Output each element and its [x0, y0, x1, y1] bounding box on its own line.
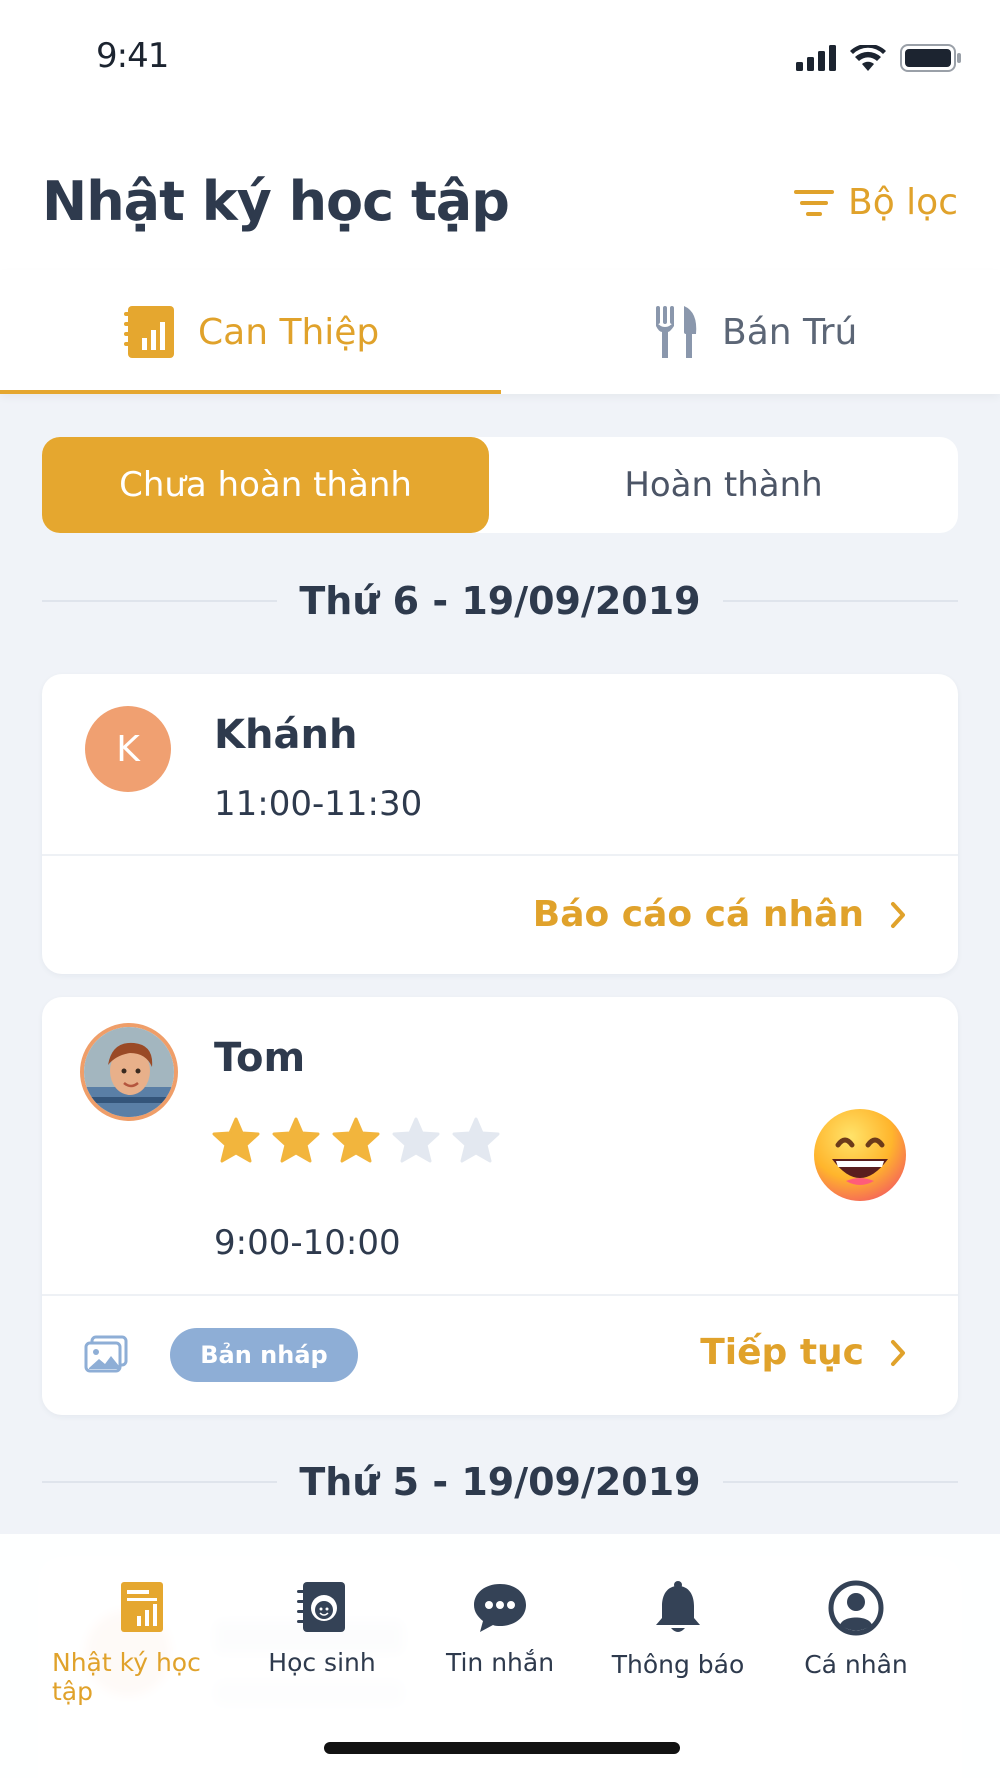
chevron-right-icon	[891, 1339, 905, 1366]
date-divider: Thứ 6 - 19/09/2019	[42, 571, 958, 631]
date-divider: Thứ 5 - 19/09/2019	[42, 1452, 958, 1512]
segment-incomplete[interactable]: Chưa hoàn thành	[42, 437, 489, 533]
divider-line	[722, 1481, 958, 1483]
nav-label: Cá nhân	[804, 1650, 908, 1679]
status-icons	[796, 44, 962, 72]
nav-item-messages[interactable]: Tin nhắn	[410, 1580, 590, 1677]
nav-label: Tin nhắn	[445, 1648, 555, 1677]
active-tab-indicator	[0, 390, 501, 394]
cellular-signal-icon	[796, 45, 836, 71]
date-label: Thứ 6 - 19/09/2019	[299, 579, 701, 623]
avatar: K	[85, 706, 171, 792]
nav-label: Nhật ký học tập	[52, 1648, 201, 1706]
star-empty-icon	[452, 1117, 500, 1163]
star-filled-icon	[212, 1117, 260, 1163]
action-label: Tiếp tục	[700, 1332, 864, 1373]
header: Nhật ký học tập Bộ lọc	[0, 120, 1000, 270]
star-rating	[212, 1117, 500, 1163]
status-segmented-control: Chưa hoàn thành Hoàn thành	[42, 437, 958, 533]
chevron-right-icon	[891, 901, 905, 928]
student-name: Tom	[214, 1035, 306, 1081]
page-title: Nhật ký học tập	[42, 170, 510, 233]
card-divider	[42, 1294, 958, 1296]
bell-icon	[656, 1581, 700, 1632]
session-time: 11:00-11:30	[214, 784, 423, 824]
profile-icon	[828, 1580, 884, 1636]
filter-icon	[794, 189, 834, 216]
nav-item-profile[interactable]: Cá nhân	[766, 1580, 946, 1679]
filter-button[interactable]: Bộ lọc	[794, 182, 958, 223]
tab-label: Can Thiệp	[198, 311, 380, 353]
tab-can-thiep[interactable]: Can Thiệp	[124, 270, 379, 394]
nav-item-notifications[interactable]: Thông báo	[588, 1580, 768, 1679]
chat-bubble-icon	[474, 1584, 526, 1632]
avatar	[80, 1023, 178, 1121]
journal-icon	[121, 1582, 163, 1632]
filter-label: Bộ lọc	[848, 182, 958, 223]
nav-label: Học sinh	[268, 1648, 376, 1677]
divider-line	[42, 1481, 278, 1483]
action-label: Báo cáo cá nhân	[532, 894, 864, 935]
session-time: 9:00-10:00	[214, 1223, 401, 1263]
battery-icon	[900, 44, 961, 72]
report-chart-icon	[124, 306, 174, 358]
star-filled-icon	[332, 1117, 380, 1163]
divider-line	[722, 600, 958, 602]
home-indicator	[324, 1742, 680, 1754]
status-badge: Bản nháp	[170, 1328, 358, 1382]
continue-link[interactable]: Tiếp tục	[700, 1332, 906, 1373]
personal-report-link[interactable]: Báo cáo cá nhân	[533, 894, 906, 935]
tab-label: Bán Trú	[722, 311, 858, 353]
grinning-emoji-icon	[812, 1107, 908, 1207]
star-filled-icon	[272, 1117, 320, 1163]
segment-complete[interactable]: Hoàn thành	[489, 437, 958, 533]
nav-item-students[interactable]: Học sinh	[232, 1580, 412, 1677]
entry-card[interactable]: Tom 9:00-10:00 Bản nháp Tiếp tục	[42, 997, 958, 1415]
fork-knife-icon	[656, 306, 697, 358]
card-divider	[42, 854, 958, 856]
image-gallery-icon[interactable]	[84, 1335, 128, 1379]
nav-item-journal[interactable]: Nhật ký học tập	[52, 1580, 232, 1706]
student-book-icon	[297, 1582, 345, 1632]
tab-ban-tru[interactable]: Bán Trú	[654, 270, 857, 394]
divider-line	[42, 600, 278, 602]
tab-bar: Can Thiệp Bán Trú	[0, 270, 1000, 394]
nav-label: Thông báo	[611, 1650, 745, 1679]
entry-card[interactable]: K Khánh 11:00-11:30 Báo cáo cá nhân	[42, 674, 958, 974]
wifi-icon	[850, 45, 886, 71]
date-label: Thứ 5 - 19/09/2019	[299, 1460, 701, 1504]
star-empty-icon	[392, 1117, 440, 1163]
status-time: 9:41	[96, 36, 169, 76]
student-name: Khánh	[214, 712, 358, 758]
status-bar: 9:41	[0, 0, 1000, 120]
child-photo	[84, 1027, 174, 1117]
